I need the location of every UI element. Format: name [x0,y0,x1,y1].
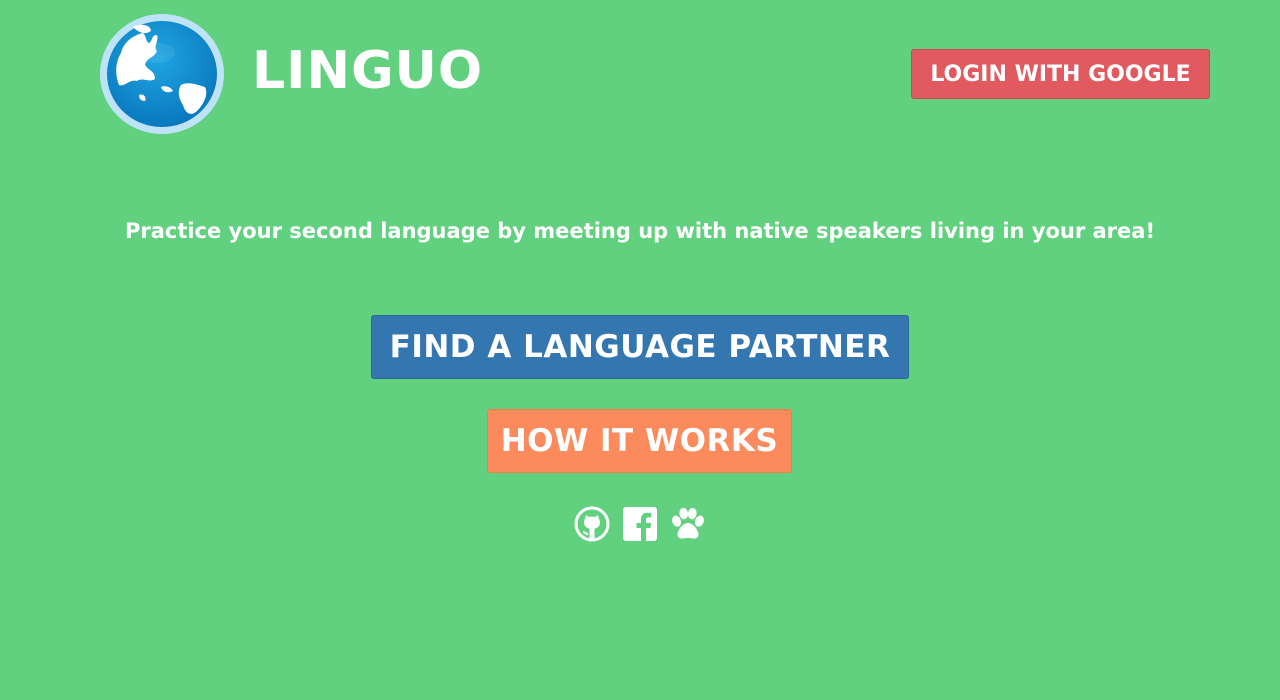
github-icon[interactable] [573,505,611,543]
tagline: Practice your second language by meeting… [124,219,1156,243]
facebook-icon[interactable] [621,505,659,543]
landing-page: LINGUO LOGIN WITH GOOGLE Practice your s… [0,0,1280,700]
login-with-google-button[interactable]: LOGIN WITH GOOGLE [911,49,1210,99]
find-language-partner-button[interactable]: FIND A LANGUAGE PARTNER [371,315,909,379]
globe-icon[interactable] [99,13,225,135]
social-links [0,504,1280,544]
brand-name[interactable]: LINGUO [252,38,483,104]
paw-icon[interactable] [669,505,707,543]
how-it-works-button[interactable]: HOW IT WORKS [487,409,792,473]
